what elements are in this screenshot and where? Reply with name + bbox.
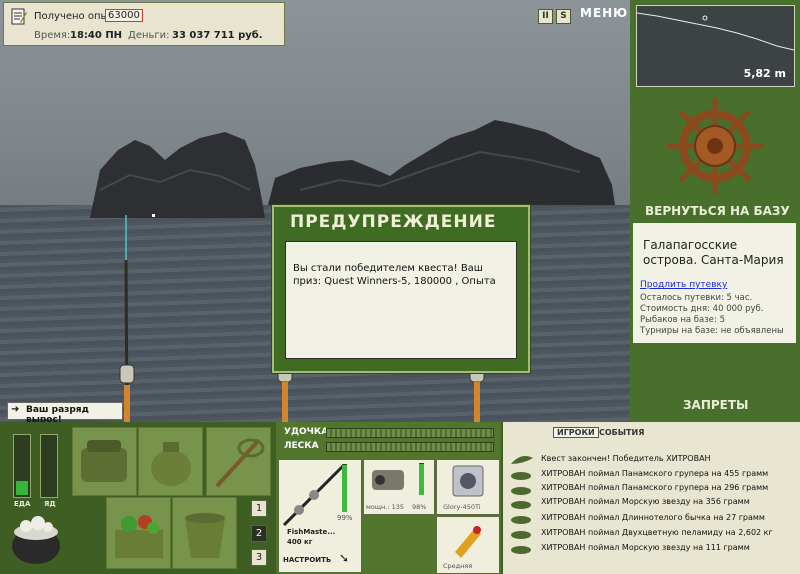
leaf-icon: [511, 456, 533, 464]
reel-durability-fill: [419, 464, 424, 495]
depth-chart: 5,82 m: [636, 5, 795, 87]
bag-icon: [81, 440, 127, 482]
ships-wheel-icon[interactable]: [665, 96, 765, 196]
extend-trip-link[interactable]: Продлить путевку: [640, 280, 727, 290]
inventory-slot-bucket[interactable]: [172, 497, 237, 569]
food-label: ЕДА: [14, 500, 31, 508]
fish-icon: [511, 516, 531, 524]
tab-players[interactable]: ИГРОКИ: [553, 427, 599, 438]
tackle-panel: УДОЧКА ЛЕСКА 99% FishMaste... 400 кг НАС…: [276, 422, 501, 574]
inventory-slot-bag[interactable]: [72, 427, 137, 496]
base-info-line: Турниры на базе: не объявлены: [640, 326, 784, 336]
dialog-message: Вы стали победителем квеста! Ваш приз: Q…: [293, 263, 496, 287]
sound-button[interactable]: S: [556, 9, 571, 24]
rank-notice[interactable]: ➜ Ваш разряд вырос!: [7, 402, 123, 425]
cauldron-icon[interactable]: [8, 514, 64, 568]
status-panel: Получено опыта 63000 Время: 18:40 ПН Ден…: [3, 2, 285, 46]
food-level-fill: [16, 480, 28, 495]
warning-dialog[interactable]: ПРЕДУПРЕЖДЕНИЕ Вы стали победителем квес…: [271, 204, 531, 374]
reel-power: мощн.: 135: [366, 503, 404, 511]
rod-tension-bar: [326, 428, 494, 438]
menu-button[interactable]: МЕНЮ: [580, 6, 628, 20]
arrow-icon: ➜: [11, 404, 20, 415]
rod-durability-bar: [342, 464, 347, 512]
time-value: 18:40 ПН: [70, 30, 123, 41]
inventory-slot-vegetables[interactable]: [106, 497, 171, 569]
bucket-icon: [185, 513, 225, 558]
sack-icon: [151, 442, 191, 486]
poison-gauge: [40, 434, 58, 498]
inventory-slot-sack[interactable]: [138, 427, 203, 496]
base-info-card: Галапагосские острова. Санта-Мария Продл…: [633, 223, 796, 343]
setup-button[interactable]: НАСТРОИТЬ: [283, 556, 331, 564]
money-value: 33 037 711 руб.: [172, 30, 263, 41]
rod-name: FishMaste...: [287, 528, 336, 536]
base-info-line: Стоимость дня: 40 000 руб.: [640, 304, 764, 314]
page-button-1[interactable]: 1: [251, 500, 267, 517]
lure-icon: [455, 526, 481, 558]
rod-percent: 99%: [337, 514, 353, 522]
arrow-down-right-icon: ➘: [339, 551, 350, 565]
bans-button[interactable]: ЗАПРЕТЫ: [683, 398, 748, 412]
reel-percent: 98%: [412, 503, 427, 511]
money-label: Деньги:: [128, 30, 170, 41]
rod-weight: 400 кг: [287, 538, 313, 546]
event-row: Квест закончен! Победитель ХИТРОВАН: [541, 454, 711, 463]
fish-icon: [511, 472, 531, 480]
event-row: ХИТРОВАН поймал Морскую звезду на 356 гр…: [541, 497, 750, 506]
lure-label: Средняя: [443, 562, 473, 570]
line-label: ЛЕСКА: [284, 441, 319, 451]
rod-label: УДОЧКА: [284, 427, 329, 437]
base-info-line: Осталось путевки: 5 час.: [640, 293, 753, 303]
event-row: ХИТРОВАН поймал Панамского групера на 45…: [541, 469, 769, 478]
vegetable-basket-icon: [115, 515, 163, 558]
reel-icon: [372, 470, 404, 490]
fish-icon: [511, 531, 531, 539]
rod-durability-fill: [342, 464, 347, 512]
events-panel: ИГРОКИ СОБЫТИЯ Квест закончен! Победител…: [503, 422, 800, 574]
line-card[interactable]: Glory-450Ti: [436, 459, 500, 515]
pause-button[interactable]: II: [538, 9, 553, 24]
dialog-title: ПРЕДУПРЕЖДЕНИЕ: [290, 212, 497, 232]
line-name: Glory-450Ti: [443, 503, 481, 511]
landing-net-icon: [215, 438, 265, 488]
base-name: Галапагосские острова. Санта-Мария: [643, 238, 784, 267]
reel-card[interactable]: мощн.: 135 98%: [363, 459, 435, 515]
page-button-3[interactable]: 3: [251, 549, 267, 566]
lure-card[interactable]: Средняя: [436, 516, 500, 574]
tab-events[interactable]: СОБЫТИЯ: [599, 428, 644, 437]
event-row: ХИТРОВАН поймал Длиннотелого бычка на 27…: [541, 513, 765, 522]
inventory-slot-net[interactable]: [206, 427, 271, 496]
fish-icon: [511, 487, 531, 495]
rod-card[interactable]: 99% FishMaste... 400 кг НАСТРОИТЬ ➘: [278, 459, 362, 573]
poison-label: ЯД: [44, 500, 56, 508]
event-row: ХИТРОВАН поймал Панамского групера на 29…: [541, 483, 769, 492]
line-spool-icon: [452, 465, 484, 497]
event-row: ХИТРОВАН поймал Морскую звезду на 111 гр…: [541, 543, 750, 552]
page-button-2[interactable]: 2: [251, 525, 267, 542]
dialog-body: Вы стали победителем квеста! Ваш приз: Q…: [285, 241, 517, 359]
reel-durability-bar: [419, 463, 424, 495]
depth-value: 5,82 m: [743, 67, 786, 80]
return-to-base-button[interactable]: ВЕРНУТЬСЯ НА БАЗУ: [645, 204, 790, 218]
time-label: Время:: [34, 30, 71, 41]
float-marker: [152, 214, 155, 217]
fish-icon: [511, 501, 531, 509]
base-info-line: Рыбаков на базе: 5: [640, 315, 725, 325]
exp-value: 63000: [105, 9, 143, 22]
food-gauge: [13, 434, 31, 498]
notepad-icon[interactable]: [11, 8, 27, 25]
event-row: ХИТРОВАН поймал Двухцветную пеламиду на …: [541, 528, 773, 537]
line-tension-bar: [326, 442, 494, 452]
rod-1[interactable]: [100, 215, 140, 422]
fish-icon: [511, 546, 531, 554]
